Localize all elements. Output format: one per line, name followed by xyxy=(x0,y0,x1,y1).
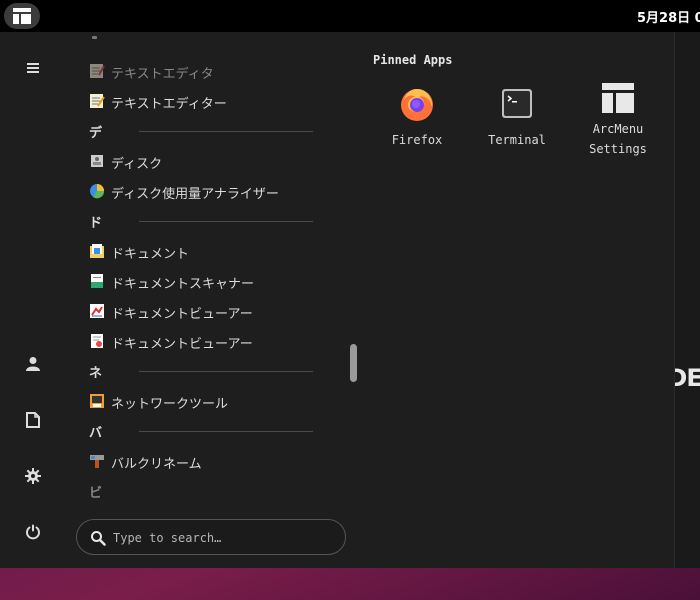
section-header: ド xyxy=(80,206,340,236)
section-header-label: ド xyxy=(89,216,103,231)
list-item-label: テキストエディタ xyxy=(111,67,214,82)
arcmenu-button[interactable] xyxy=(4,3,40,29)
section-divider xyxy=(139,221,313,222)
section-header-label: ネ xyxy=(89,366,103,381)
gear-icon[interactable] xyxy=(21,464,45,488)
network-tools-icon xyxy=(90,394,104,408)
pinned-app-firefox[interactable]: Firefox xyxy=(372,86,462,156)
section-divider xyxy=(139,131,313,132)
section-divider xyxy=(139,371,313,372)
text-editor-icon xyxy=(90,94,105,108)
top-fade-item xyxy=(92,36,97,39)
search-icon xyxy=(91,531,106,546)
section-header: ビ xyxy=(80,476,340,502)
documents-icon xyxy=(90,244,104,258)
hamburger-icon[interactable] xyxy=(21,56,45,80)
top-bar: 5月28日 0 xyxy=(0,0,700,32)
list-item[interactable]: ドキュメントビューアー xyxy=(80,326,340,356)
firefox-icon xyxy=(401,89,433,121)
list-item[interactable]: テキストエディタ xyxy=(80,56,340,86)
list-item-label: ディスク xyxy=(111,157,163,172)
pinned-app-label-line2: Settings xyxy=(589,142,647,156)
app-list-scrollbar[interactable] xyxy=(350,344,357,382)
search-input[interactable] xyxy=(113,528,333,548)
arcmenu-icon xyxy=(13,8,31,24)
terminal-icon xyxy=(502,89,532,118)
list-item-label: ドキュメントスキャナー xyxy=(111,277,255,292)
pinned-app-arcmenu-settings[interactable]: ArcMenu Settings xyxy=(573,80,663,160)
section-divider xyxy=(139,431,313,432)
list-item-label: バルクリネーム xyxy=(111,457,202,472)
doc-viewer-icon xyxy=(91,334,103,348)
section-header: デ xyxy=(80,116,340,146)
section-header-label: バ xyxy=(89,426,103,441)
list-item-label: ネットワークツール xyxy=(111,397,229,412)
bulk-rename-icon xyxy=(90,455,104,468)
section-header: バ xyxy=(80,416,340,446)
section-header: ネ xyxy=(80,356,340,386)
text-editor-icon xyxy=(90,64,105,78)
user-icon[interactable] xyxy=(21,352,45,376)
list-item-label: テキストエディター xyxy=(111,97,227,112)
list-item[interactable]: ネットワークツール xyxy=(80,386,340,416)
search-box[interactable] xyxy=(76,519,346,555)
clock[interactable]: 5月28日 0 xyxy=(637,7,700,26)
scanner-icon xyxy=(91,274,103,288)
power-icon[interactable] xyxy=(21,520,45,544)
list-item[interactable]: ドキュメントビューアー xyxy=(80,296,340,326)
arcmenu-settings-icon xyxy=(602,83,634,113)
pinned-app-terminal[interactable]: Terminal xyxy=(472,86,562,156)
document-icon[interactable] xyxy=(21,408,45,432)
section-header-label: ビ xyxy=(89,486,103,501)
pinned-app-label: Firefox xyxy=(391,133,443,147)
app-list: テキストエディタ テキストエディター デ ディスク ディスク使用量アナライザー … xyxy=(80,32,340,502)
disk-usage-icon xyxy=(90,184,105,199)
list-item[interactable]: ドキュメント xyxy=(80,236,340,266)
arcmenu-panel: テキストエディタ テキストエディター デ ディスク ディスク使用量アナライザー … xyxy=(0,32,675,568)
pinned-app-label: Terminal xyxy=(488,133,546,147)
list-item-label: ドキュメントビューアー xyxy=(111,337,253,352)
section-header-label: デ xyxy=(89,126,103,141)
list-item[interactable]: ドキュメントスキャナー xyxy=(80,266,340,296)
list-item-label: ドキュメント xyxy=(111,247,190,262)
list-item-label: ドキュメントビューアー xyxy=(111,307,253,322)
pinned-apps-title: Pinned Apps xyxy=(373,53,453,67)
disk-icon xyxy=(91,155,103,167)
list-item[interactable]: テキストエディター xyxy=(80,86,340,116)
doc-viewer-icon xyxy=(90,304,104,318)
list-item[interactable]: バルクリネーム xyxy=(80,446,340,476)
list-item[interactable]: ディスク使用量アナライザー xyxy=(80,176,340,206)
list-item[interactable]: ディスク xyxy=(80,146,340,176)
pinned-app-label-line1: ArcMenu xyxy=(592,122,644,136)
list-item-label: ディスク使用量アナライザー xyxy=(111,187,279,202)
